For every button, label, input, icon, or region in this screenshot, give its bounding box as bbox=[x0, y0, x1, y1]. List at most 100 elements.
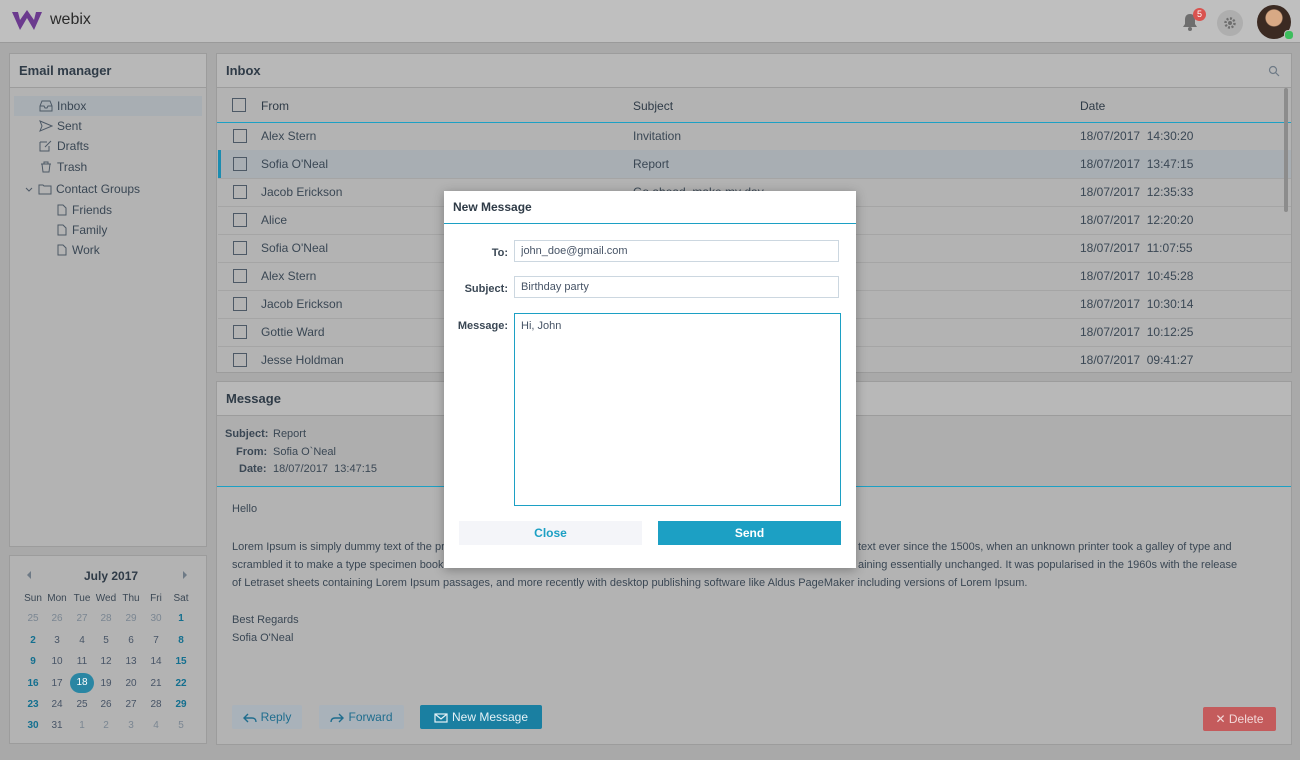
calendar-day[interactable]: 4 bbox=[70, 635, 94, 646]
column-header-subject[interactable]: Subject bbox=[633, 99, 673, 113]
reply-icon bbox=[242, 713, 257, 723]
forward-button[interactable]: Forward bbox=[319, 705, 404, 729]
chevron-left-icon[interactable] bbox=[25, 570, 33, 580]
calendar-day[interactable]: 5 bbox=[94, 635, 118, 646]
calendar-day[interactable]: 3 bbox=[45, 635, 69, 646]
file-icon bbox=[57, 244, 67, 256]
message-body-line1-left: Lorem Ipsum is simply dummy text of the … bbox=[232, 541, 445, 553]
calendar-day[interactable]: 24 bbox=[45, 699, 69, 710]
calendar-day-of-week: Sat bbox=[173, 593, 189, 604]
row-checkbox[interactable] bbox=[233, 213, 247, 227]
calendar-day[interactable]: 6 bbox=[119, 635, 143, 646]
column-header-from[interactable]: From bbox=[261, 99, 289, 113]
calendar-day[interactable]: 1 bbox=[169, 613, 193, 624]
calendar-day[interactable]: 28 bbox=[144, 699, 168, 710]
message-body-line2-right: aining essentially unchanged. It was pop… bbox=[858, 559, 1238, 571]
sidebar-item-work[interactable]: Work bbox=[56, 240, 100, 260]
row-checkbox[interactable] bbox=[233, 157, 247, 171]
subject-field[interactable] bbox=[514, 276, 839, 298]
calendar-day[interactable]: 12 bbox=[94, 656, 118, 667]
send-button[interactable]: Send bbox=[658, 521, 841, 545]
calendar-day[interactable]: 17 bbox=[45, 678, 69, 689]
search-icon[interactable] bbox=[1268, 65, 1280, 77]
delete-button[interactable]: ✕ Delete bbox=[1203, 707, 1276, 731]
to-field[interactable] bbox=[514, 240, 839, 262]
calendar-day[interactable]: 10 bbox=[45, 656, 69, 667]
inbox-scrollbar[interactable] bbox=[1284, 88, 1288, 212]
calendar-day[interactable]: 27 bbox=[119, 699, 143, 710]
inbox-column-header: From Subject Date bbox=[217, 88, 1291, 123]
sidebar-item-sent[interactable]: Sent bbox=[39, 116, 82, 136]
calendar-day[interactable]: 8 bbox=[169, 635, 193, 646]
calendar-day[interactable]: 2 bbox=[21, 635, 45, 646]
message-title: Message bbox=[226, 391, 281, 406]
row-checkbox[interactable] bbox=[233, 241, 247, 255]
calendar-day[interactable]: 27 bbox=[70, 613, 94, 624]
row-checkbox[interactable] bbox=[233, 353, 247, 367]
calendar-day[interactable]: 1 bbox=[70, 720, 94, 731]
calendar-day[interactable]: 11 bbox=[70, 656, 94, 667]
column-header-date[interactable]: Date bbox=[1080, 99, 1105, 113]
calendar-day[interactable]: 25 bbox=[21, 613, 45, 624]
calendar-day[interactable]: 14 bbox=[144, 656, 168, 667]
row-checkbox[interactable] bbox=[233, 185, 247, 199]
sidebar-item-contact-groups[interactable]: Contact Groups bbox=[24, 179, 140, 199]
calendar-day[interactable]: 20 bbox=[119, 678, 143, 689]
sidebar-item-family[interactable]: Family bbox=[56, 220, 107, 240]
file-icon bbox=[57, 224, 67, 236]
cell-from: Jacob Erickson bbox=[261, 297, 343, 311]
calendar-day[interactable]: 22 bbox=[169, 678, 193, 689]
to-label: To: bbox=[491, 247, 508, 259]
calendar-day[interactable]: 7 bbox=[144, 635, 168, 646]
cell-subject: Report bbox=[633, 157, 670, 171]
inbox-icon bbox=[39, 100, 53, 112]
calendar-day[interactable]: 28 bbox=[94, 613, 118, 624]
message-label: Message: bbox=[457, 320, 508, 332]
calendar-day[interactable]: 21 bbox=[144, 678, 168, 689]
calendar-day[interactable]: 18 bbox=[70, 673, 94, 693]
calendar-day[interactable]: 3 bbox=[119, 720, 143, 731]
top-bar: webix 5 bbox=[0, 0, 1300, 43]
new-message-dialog: New Message To: Subject: Message: Close … bbox=[444, 191, 856, 568]
calendar-day[interactable]: 5 bbox=[169, 720, 193, 731]
message-textarea[interactable] bbox=[514, 313, 841, 506]
row-checkbox[interactable] bbox=[233, 129, 247, 143]
sidebar-item-inbox[interactable]: Inbox bbox=[14, 96, 202, 116]
cell-date: 18/07/2017 10:45:28 bbox=[1080, 269, 1194, 283]
sidebar-item-drafts[interactable]: Drafts bbox=[39, 136, 89, 156]
calendar-day[interactable]: 19 bbox=[94, 678, 118, 689]
brand-name: webix bbox=[50, 11, 91, 28]
calendar-day[interactable]: 26 bbox=[94, 699, 118, 710]
calendar-day[interactable]: 29 bbox=[119, 613, 143, 624]
row-checkbox[interactable] bbox=[233, 325, 247, 339]
sidebar-panel: Email manager Inbox Sent Drafts Trash Co… bbox=[9, 53, 207, 547]
calendar-day[interactable]: 2 bbox=[94, 720, 118, 731]
calendar-day[interactable]: 4 bbox=[144, 720, 168, 731]
calendar-day[interactable]: 29 bbox=[169, 699, 193, 710]
chevron-right-icon[interactable] bbox=[181, 570, 189, 580]
row-checkbox[interactable] bbox=[233, 297, 247, 311]
table-row[interactable]: Alex Stern Invitation 18/07/2017 14:30:20 bbox=[218, 122, 1291, 151]
cell-from: Alex Stern bbox=[261, 129, 317, 143]
calendar-day[interactable]: 26 bbox=[45, 613, 69, 624]
calendar-day[interactable]: 23 bbox=[21, 699, 45, 710]
calendar-day[interactable]: 25 bbox=[70, 699, 94, 710]
calendar-day[interactable]: 30 bbox=[144, 613, 168, 624]
calendar-day[interactable]: 9 bbox=[21, 656, 45, 667]
close-button[interactable]: Close bbox=[459, 521, 642, 545]
row-checkbox[interactable] bbox=[233, 269, 247, 283]
reply-button[interactable]: Reply bbox=[232, 705, 302, 729]
calendar-day[interactable]: 30 bbox=[21, 720, 45, 731]
calendar-day[interactable]: 31 bbox=[45, 720, 69, 731]
calendar-day[interactable]: 13 bbox=[119, 656, 143, 667]
settings-button[interactable] bbox=[1217, 10, 1243, 36]
table-row[interactable]: Sofia O'Neal Report 18/07/2017 13:47:15 bbox=[218, 150, 1291, 179]
sidebar-item-friends[interactable]: Friends bbox=[56, 200, 112, 220]
calendar-day[interactable]: 16 bbox=[21, 678, 45, 689]
dialog-header: New Message bbox=[444, 191, 856, 224]
close-icon: ✕ bbox=[1215, 712, 1226, 726]
calendar-day[interactable]: 15 bbox=[169, 656, 193, 667]
select-all-checkbox[interactable] bbox=[232, 98, 246, 112]
new-message-button[interactable]: New Message bbox=[420, 705, 542, 729]
sidebar-item-trash[interactable]: Trash bbox=[39, 157, 87, 177]
